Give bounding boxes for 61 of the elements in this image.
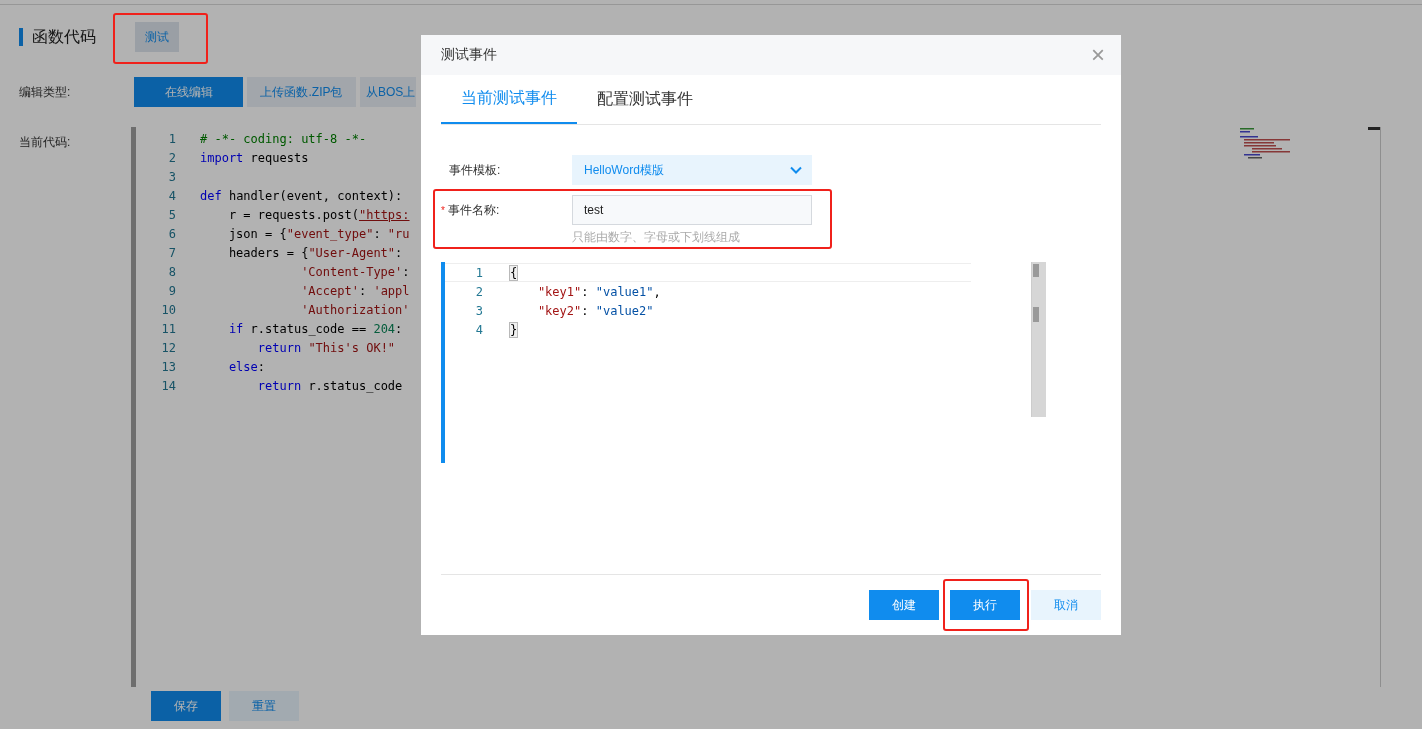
chevron-down-icon (790, 166, 802, 174)
line-number: 9 (167, 283, 176, 298)
dialog-title: 测试事件 (441, 46, 497, 64)
code-line: json = {"event_type": "ru (227, 226, 410, 241)
template-select[interactable]: HelloWord模版 (572, 155, 812, 185)
form-button[interactable]: 重置 (229, 691, 299, 721)
code-line: def handler(event, context): (200, 188, 403, 203)
line-number: 1 (474, 265, 483, 280)
code-line: "key2": "value2" (536, 303, 654, 318)
line-number: 3 (474, 303, 483, 318)
minimap-drawing (1240, 127, 1292, 161)
section-title: 函数代码 (32, 26, 96, 47)
line-number: 10 (160, 302, 176, 317)
code-line: return "This's OK!" (256, 340, 396, 355)
code-line: "key1": "value1", (536, 284, 661, 299)
edit-type-tab[interactable]: 上传函数.ZIP包 (247, 77, 356, 107)
line-number: 4 (167, 188, 176, 203)
code-line: return r.status_code (256, 378, 403, 393)
field-label: 事件名称: (447, 201, 500, 219)
code-line: headers = {"User-Agent": (227, 245, 403, 260)
code-line: import requests (200, 150, 309, 165)
line-number: 3 (167, 169, 176, 184)
field-label: 当前代码: (19, 134, 72, 151)
line-number: 13 (160, 359, 176, 374)
edit-type-tab[interactable]: 从BOS上 (360, 77, 416, 107)
dialog-tab[interactable]: 当前测试事件 (441, 75, 577, 124)
close-button[interactable]: × (1087, 43, 1109, 67)
line-number: 12 (160, 340, 176, 355)
hint-text: 只能由数字、字母或下划线组成 (572, 229, 741, 246)
dialog-tab[interactable]: 配置测试事件 (577, 75, 713, 124)
line-number: 11 (160, 321, 176, 336)
line-number: 8 (167, 264, 176, 279)
json-editor[interactable]: 1 { 2 "key1": "value1", 3 "key2": "value2" 4 } (441, 262, 1046, 463)
dialog-button[interactable]: 取消 (1031, 590, 1101, 620)
code-line: r = requests.post("https: (227, 207, 410, 222)
line-number: 7 (167, 245, 176, 260)
scrollbar[interactable] (1031, 262, 1046, 417)
code-line: # -*- coding: utf-8 -*- (200, 131, 367, 146)
line-number: 4 (474, 322, 483, 337)
code-line: if r.status_code == 204: (227, 321, 403, 336)
field-label: 事件模板: (448, 161, 502, 179)
line-number: 1 (167, 131, 176, 146)
code-line: 'Content-Type': (300, 264, 410, 279)
scrollbar[interactable] (1368, 127, 1380, 130)
edit-type-tab[interactable]: 在线编辑 (134, 77, 243, 107)
code-line: 'Accept': 'appl (300, 283, 410, 298)
line-number: 2 (167, 150, 176, 165)
code-line: 'Authorization' (300, 302, 410, 317)
line-number: 2 (474, 284, 483, 299)
line-number: 6 (167, 226, 176, 241)
required-mark: * (441, 204, 445, 216)
dialog-button[interactable]: 创建 (869, 590, 939, 620)
form-button[interactable]: 保存 (151, 691, 221, 721)
code-line: else: (227, 359, 266, 374)
line-number: 14 (160, 378, 176, 393)
line-number: 5 (167, 207, 176, 222)
test-button[interactable]: 测试 (135, 22, 179, 52)
field-label: 编辑类型: (19, 83, 72, 101)
dialog-button[interactable]: 执行 (950, 590, 1020, 620)
event-name-field[interactable]: test (572, 195, 812, 225)
title-accent-bar (19, 28, 23, 46)
